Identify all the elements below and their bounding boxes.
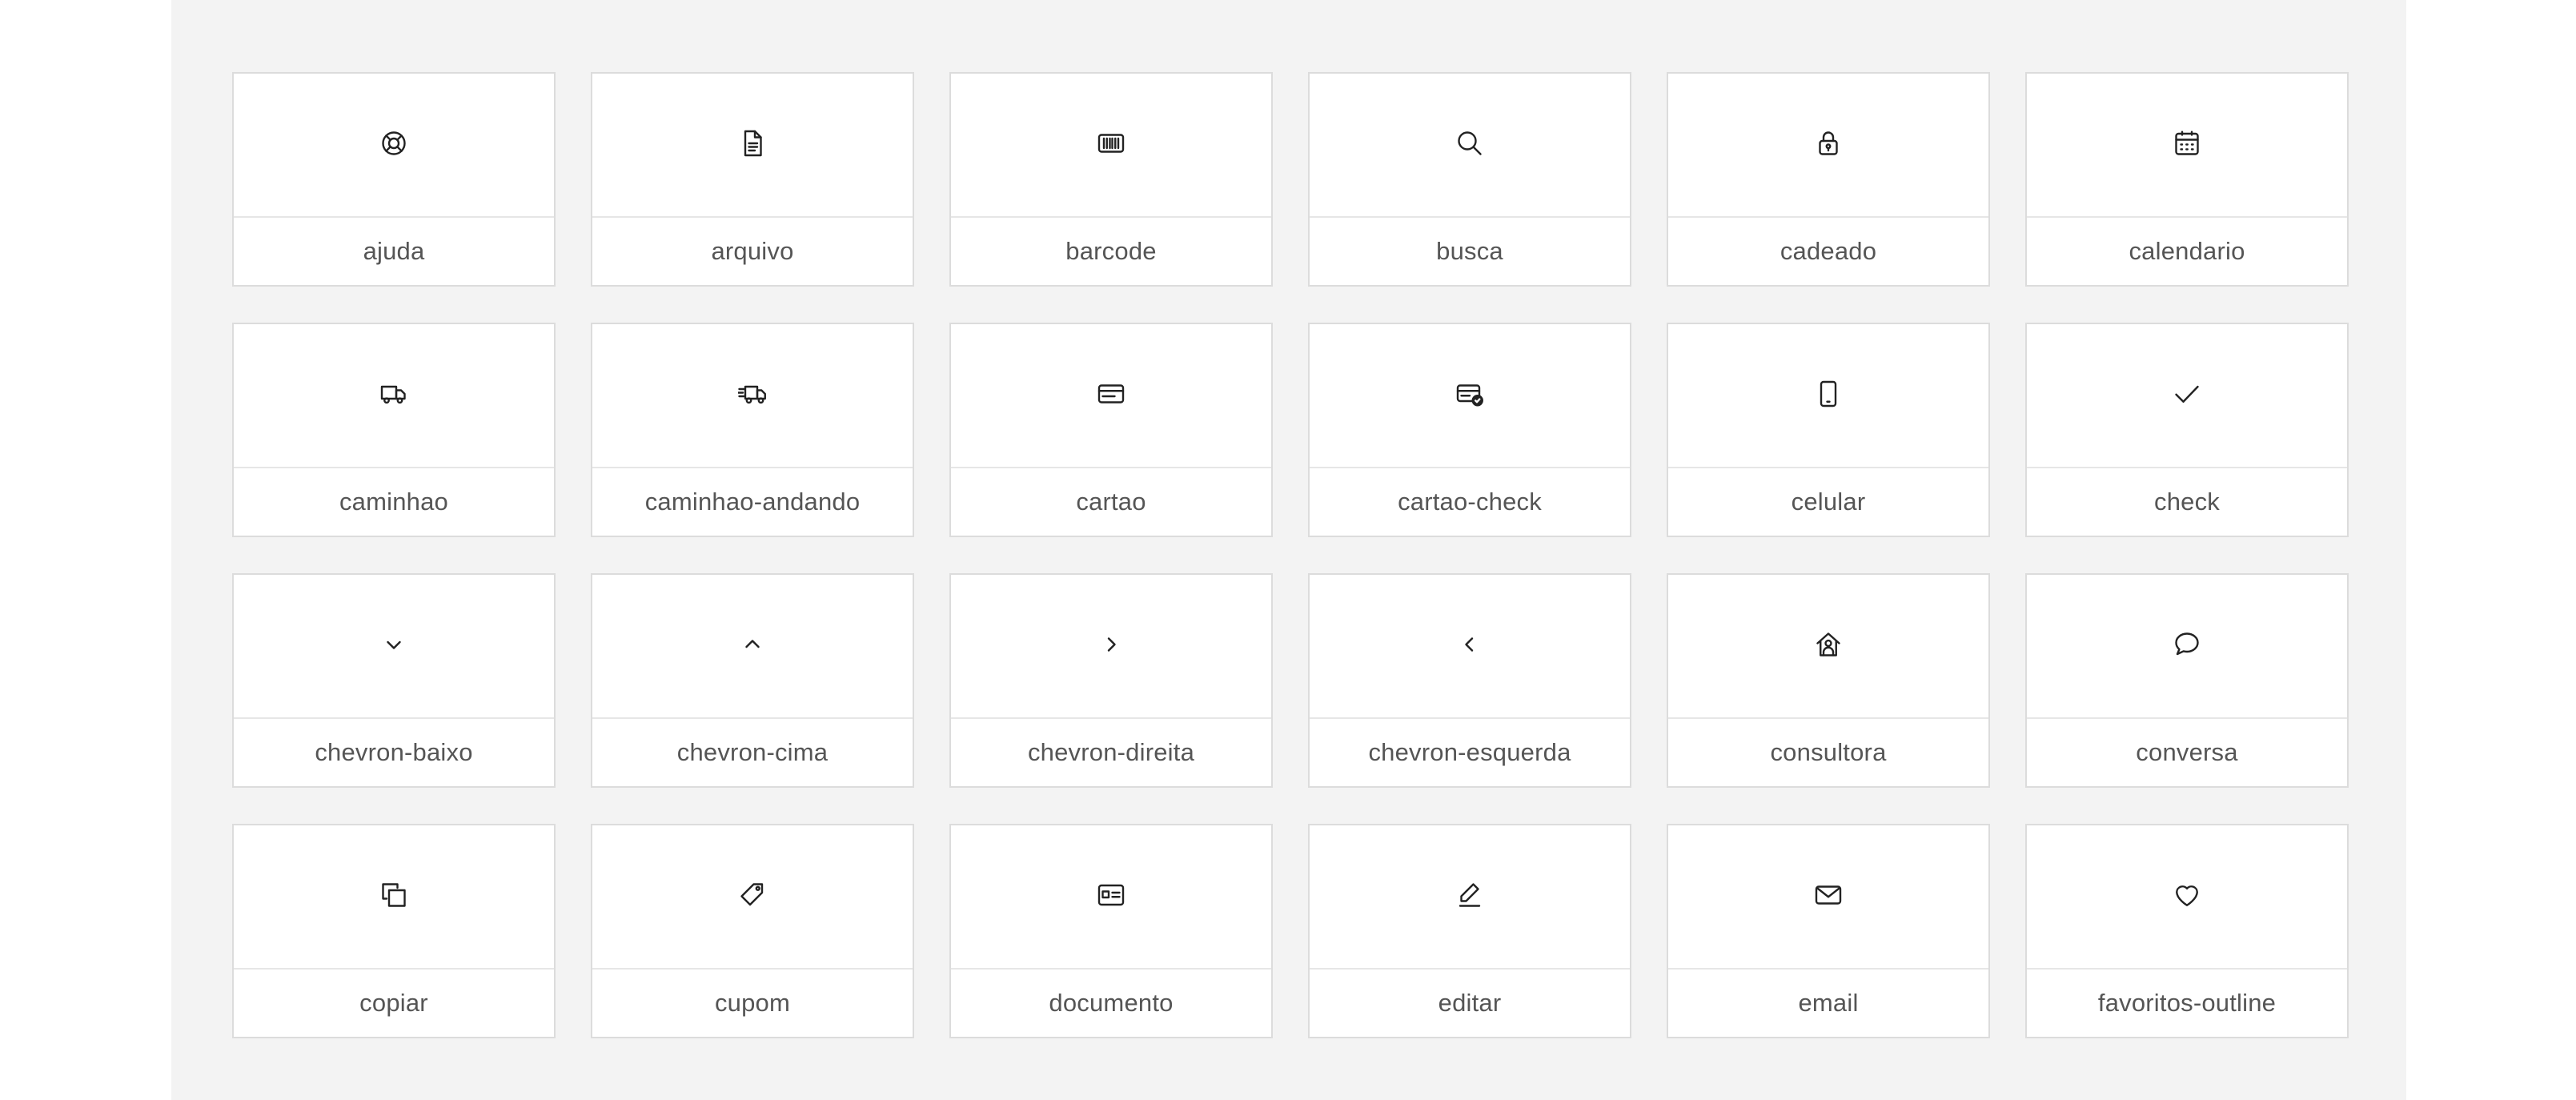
icon-card-documento[interactable]: documento — [949, 824, 1273, 1038]
icon-card-chevron-direita[interactable]: chevron-direita — [949, 573, 1273, 788]
icon-preview — [1668, 575, 1988, 719]
icon-card-cupom[interactable]: cupom — [591, 824, 914, 1038]
icon-gallery-panel: ajuda arquivo barcode busca cadeado calendari… — [171, 0, 2406, 1100]
icon-label: check — [2154, 488, 2220, 516]
icon-card-copiar[interactable]: copiar — [232, 824, 556, 1038]
search-icon — [1455, 129, 1484, 162]
icon-label: favoritos-outline — [2097, 989, 2277, 1017]
icon-preview — [592, 324, 913, 468]
tag-icon — [738, 881, 767, 913]
icon-label: calendario — [2129, 237, 2245, 265]
icon-preview — [592, 825, 913, 970]
icon-card-celular[interactable]: celular — [1667, 323, 1990, 537]
icon-card-ajuda[interactable]: ajuda — [232, 72, 556, 287]
icon-label: chevron-baixo — [315, 738, 473, 766]
icon-label: arquivo — [711, 237, 794, 265]
chevron-down-icon — [379, 630, 408, 663]
icon-label: cupom — [714, 989, 791, 1017]
icon-preview — [1668, 74, 1988, 218]
icon-preview — [1310, 825, 1630, 970]
lock-icon — [1814, 129, 1843, 162]
icon-card-favoritos-outline[interactable]: favoritos-outline — [2025, 824, 2349, 1038]
icon-label: consultora — [1770, 738, 1887, 766]
truck-moving-icon — [736, 379, 767, 412]
icon-preview — [951, 74, 1271, 218]
icon-preview — [592, 74, 913, 218]
id-card-icon — [1097, 881, 1125, 913]
icon-preview — [234, 74, 554, 218]
icon-preview — [592, 575, 913, 719]
icon-preview — [1310, 575, 1630, 719]
icon-preview — [2027, 825, 2347, 970]
house-person-icon — [1814, 630, 1843, 663]
chat-bubble-icon — [2173, 630, 2201, 663]
icon-card-chevron-cima[interactable]: chevron-cima — [591, 573, 914, 788]
icon-card-caminhao-andando[interactable]: caminhao-andando — [591, 323, 914, 537]
icon-label: copiar — [359, 989, 428, 1017]
icon-preview — [234, 324, 554, 468]
icon-label: chevron-direita — [1027, 738, 1195, 766]
icon-label: cartao-check — [1398, 488, 1542, 516]
check-icon — [2173, 379, 2201, 412]
icon-card-barcode[interactable]: barcode — [949, 72, 1273, 287]
icon-card-calendario[interactable]: calendario — [2025, 72, 2349, 287]
icon-label: email — [1798, 989, 1859, 1017]
icon-card-consultora[interactable]: consultora — [1667, 573, 1990, 788]
credit-card-icon — [1097, 379, 1125, 412]
calendar-icon — [2173, 129, 2201, 162]
icon-preview — [234, 825, 554, 970]
icon-card-chevron-baixo[interactable]: chevron-baixo — [232, 573, 556, 788]
icon-card-chevron-esquerda[interactable]: chevron-esquerda — [1308, 573, 1631, 788]
file-icon — [738, 129, 767, 162]
envelope-icon — [1814, 881, 1843, 913]
icon-label: caminhao-andando — [644, 488, 861, 516]
pencil-icon — [1455, 881, 1484, 913]
credit-card-check-icon — [1455, 379, 1484, 412]
icon-label: documento — [1049, 989, 1174, 1017]
icon-preview — [1668, 825, 1988, 970]
chevron-right-icon — [1097, 630, 1125, 663]
lifebuoy-icon — [379, 129, 408, 162]
icon-preview — [1668, 324, 1988, 468]
chevron-up-icon — [738, 630, 767, 663]
icon-card-caminhao[interactable]: caminhao — [232, 323, 556, 537]
icon-label: conversa — [2136, 738, 2238, 766]
icon-label: busca — [1436, 237, 1503, 265]
icon-card-check[interactable]: check — [2025, 323, 2349, 537]
icon-card-cartao-check[interactable]: cartao-check — [1308, 323, 1631, 537]
icon-preview — [2027, 74, 2347, 218]
icon-card-busca[interactable]: busca — [1308, 72, 1631, 287]
truck-icon — [379, 379, 408, 412]
icon-preview — [1310, 74, 1630, 218]
icon-card-conversa[interactable]: conversa — [2025, 573, 2349, 788]
icon-card-cartao[interactable]: cartao — [949, 323, 1273, 537]
smartphone-icon — [1814, 379, 1843, 412]
icon-preview — [2027, 575, 2347, 719]
copy-icon — [379, 881, 408, 913]
icon-card-email[interactable]: email — [1667, 824, 1990, 1038]
icon-preview — [951, 324, 1271, 468]
icon-label: editar — [1438, 989, 1502, 1017]
icon-preview — [951, 825, 1271, 970]
chevron-left-icon — [1455, 630, 1484, 663]
icon-label: barcode — [1065, 237, 1157, 265]
icon-card-editar[interactable]: editar — [1308, 824, 1631, 1038]
icon-label: caminhao — [339, 488, 448, 516]
icon-label: celular — [1791, 488, 1866, 516]
icon-preview — [234, 575, 554, 719]
icon-label: cartao — [1076, 488, 1146, 516]
icon-card-arquivo[interactable]: arquivo — [591, 72, 914, 287]
icon-label: cadeado — [1780, 237, 1877, 265]
icon-label: chevron-esquerda — [1368, 738, 1571, 766]
icon-card-cadeado[interactable]: cadeado — [1667, 72, 1990, 287]
icon-grid: ajuda arquivo barcode busca cadeado calendari… — [232, 72, 2349, 1038]
icon-label: chevron-cima — [676, 738, 829, 766]
icon-preview — [1310, 324, 1630, 468]
icon-preview — [2027, 324, 2347, 468]
icon-preview — [951, 575, 1271, 719]
barcode-icon — [1097, 129, 1125, 162]
heart-outline-icon — [2173, 881, 2201, 913]
icon-label: ajuda — [363, 237, 425, 265]
